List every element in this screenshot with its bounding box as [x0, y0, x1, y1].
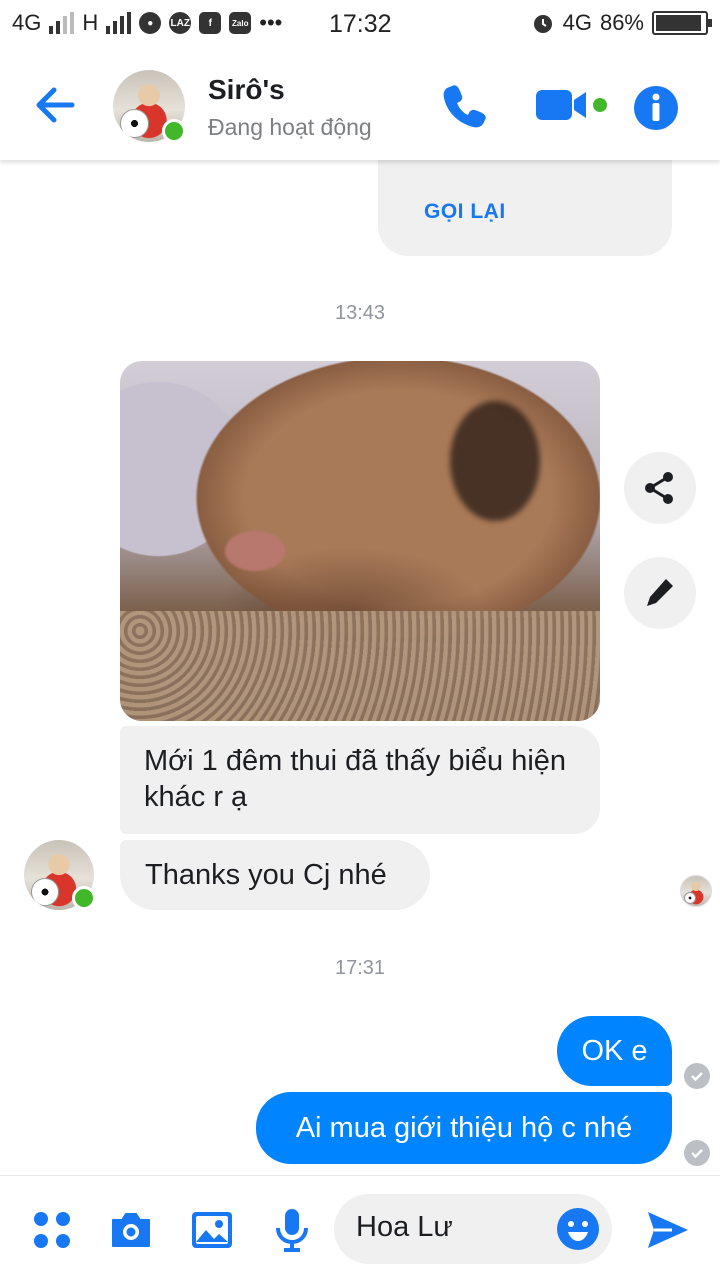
info-icon[interactable]: [632, 81, 680, 135]
status-left: 4G H ● LAZ f Zalo •••: [12, 10, 282, 36]
battery-icon: [652, 11, 712, 35]
message-composer: Hoa Lư: [0, 1175, 720, 1280]
microphone-icon[interactable]: [268, 1206, 316, 1254]
image-icon[interactable]: [188, 1206, 236, 1254]
contact-name[interactable]: Sirô's: [208, 74, 285, 106]
status-bar: 4G H ● LAZ f Zalo ••• 17:32 4G 86%: [0, 0, 720, 50]
edit-button[interactable]: [624, 557, 696, 629]
call-back-button[interactable]: GỌI LẠI: [424, 200, 506, 224]
apps-icon[interactable]: [28, 1206, 76, 1254]
messenger-notification-icon: ●: [139, 12, 162, 34]
delivered-check-icon: [684, 1140, 710, 1166]
photo-detail: [225, 531, 285, 571]
photo-detail: [120, 611, 600, 721]
contact-status: Đang hoạt động: [208, 114, 372, 140]
timestamp: 13:43: [334, 302, 386, 324]
phone-icon[interactable]: [438, 78, 492, 132]
outgoing-message[interactable]: Ai mua giới thiệu hộ c nhé: [256, 1092, 672, 1164]
share-icon: [645, 472, 673, 504]
photo-detail: [450, 401, 540, 521]
outgoing-message[interactable]: OK e: [557, 1016, 672, 1086]
more-notifications-icon: •••: [259, 10, 283, 35]
lazada-notification-icon: LAZ: [169, 12, 192, 34]
network-type-label-3: 4G: [562, 10, 592, 35]
status-right: 4G 86%: [531, 10, 712, 36]
message-input[interactable]: Hoa Lư: [334, 1194, 612, 1264]
seen-by-avatar: [680, 875, 712, 907]
online-indicator: [72, 886, 96, 910]
share-button[interactable]: [624, 452, 696, 524]
network-type-label-2: H: [82, 10, 99, 35]
back-arrow-icon[interactable]: [28, 78, 82, 132]
network-type-label: 4G: [12, 10, 42, 35]
message-input-text[interactable]: Hoa Lư: [356, 1211, 453, 1244]
timestamp: 17:31: [334, 957, 386, 979]
shared-photo[interactable]: [120, 361, 600, 721]
signal-icon-2: [106, 12, 132, 34]
alarm-icon: [533, 15, 552, 33]
send-icon[interactable]: [644, 1206, 692, 1254]
online-indicator: [162, 119, 186, 143]
camera-icon[interactable]: [107, 1206, 155, 1254]
video-camera-icon[interactable]: [534, 78, 614, 132]
pencil-icon: [647, 579, 673, 606]
clock: 17:32: [329, 10, 392, 38]
incoming-message[interactable]: Thanks you Cj nhé: [120, 840, 430, 910]
emoji-icon[interactable]: [554, 1205, 602, 1253]
zalo-notification-icon: Zalo: [229, 12, 252, 34]
conversation-header: Sirô's Đang hoạt động: [0, 50, 720, 160]
incoming-message[interactable]: Mới 1 đêm thui đã thấy biểu hiện khác r …: [120, 726, 600, 834]
facebook-notification-icon: f: [199, 12, 222, 34]
delivered-check-icon: [684, 1063, 710, 1089]
signal-icon: [49, 12, 75, 34]
battery-percent: 86%: [599, 10, 644, 35]
